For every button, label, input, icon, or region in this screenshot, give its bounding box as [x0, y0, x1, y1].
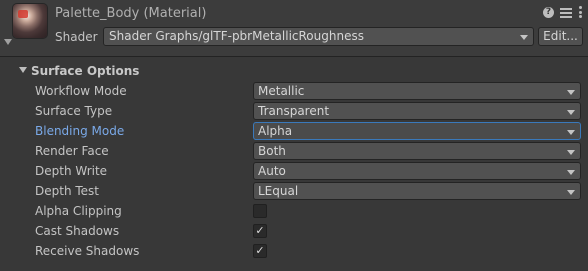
blending-mode-row: Blending Mode Alpha: [0, 121, 588, 141]
surface-options-foldout[interactable]: Surface Options: [0, 62, 588, 80]
more-options-icon[interactable]: [578, 6, 582, 18]
shader-dropdown[interactable]: Shader Graphs/glTF-pbrMetallicRoughness: [103, 27, 534, 46]
alpha-clipping-row: Alpha Clipping: [0, 201, 588, 221]
render-face-dropdown[interactable]: Both: [253, 142, 581, 160]
depth-test-label: Depth Test: [35, 184, 99, 198]
cast-shadows-row: Cast Shadows ✓: [0, 221, 588, 241]
depth-write-label: Depth Write: [35, 164, 108, 178]
section-title: Surface Options: [31, 64, 140, 78]
help-icon[interactable]: ?: [543, 6, 554, 18]
blending-mode-value: Alpha: [258, 124, 293, 138]
depth-test-value: LEqual: [258, 184, 299, 198]
shader-label: Shader: [55, 30, 98, 44]
chevron-down-icon: [520, 35, 528, 40]
alpha-clipping-checkbox[interactable]: [253, 204, 267, 218]
material-header: Palette_Body (Material) ? Shader Shader …: [0, 0, 588, 57]
blending-mode-dropdown[interactable]: Alpha: [253, 122, 581, 140]
depth-write-row: Depth Write Auto: [0, 161, 588, 181]
workflow-mode-label: Workflow Mode: [35, 84, 127, 98]
cast-shadows-checkbox[interactable]: ✓: [253, 224, 267, 238]
surface-type-value: Transparent: [258, 104, 330, 118]
foldout-arrow-icon: [19, 67, 27, 73]
presets-icon[interactable]: [560, 7, 572, 18]
receive-shadows-row: Receive Shadows ✓: [0, 241, 588, 261]
surface-type-row: Surface Type Transparent: [0, 101, 588, 121]
chevron-down-icon: [567, 110, 575, 115]
blending-mode-label: Blending Mode: [35, 124, 125, 138]
receive-shadows-checkbox[interactable]: ✓: [253, 244, 267, 258]
depth-write-value: Auto: [258, 164, 286, 178]
shader-dropdown-value: Shader Graphs/glTF-pbrMetallicRoughness: [109, 29, 364, 43]
chevron-down-icon: [567, 190, 575, 195]
header-icons: ?: [543, 6, 582, 18]
surface-type-dropdown[interactable]: Transparent: [253, 102, 581, 120]
render-face-label: Render Face: [35, 144, 109, 158]
chevron-down-icon: [567, 130, 575, 135]
edit-shader-button[interactable]: Edit...: [538, 27, 583, 46]
surface-type-label: Surface Type: [35, 104, 113, 118]
chevron-down-icon: [567, 170, 575, 175]
material-title: Palette_Body (Material): [55, 6, 207, 21]
chevron-down-icon: [567, 150, 575, 155]
depth-test-row: Depth Test LEqual: [0, 181, 588, 201]
material-preview-thumbnail[interactable]: [13, 4, 47, 38]
workflow-mode-dropdown[interactable]: Metallic: [253, 82, 581, 100]
render-face-value: Both: [258, 144, 286, 158]
receive-shadows-label: Receive Shadows: [35, 244, 140, 258]
workflow-mode-row: Workflow Mode Metallic: [0, 81, 588, 101]
workflow-mode-value: Metallic: [258, 84, 305, 98]
alpha-clipping-label: Alpha Clipping: [35, 204, 122, 218]
depth-write-dropdown[interactable]: Auto: [253, 162, 581, 180]
cast-shadows-label: Cast Shadows: [35, 224, 120, 238]
depth-test-dropdown[interactable]: LEqual: [253, 182, 581, 200]
header-foldout-arrow-icon[interactable]: [4, 39, 12, 45]
chevron-down-icon: [567, 90, 575, 95]
render-face-row: Render Face Both: [0, 141, 588, 161]
